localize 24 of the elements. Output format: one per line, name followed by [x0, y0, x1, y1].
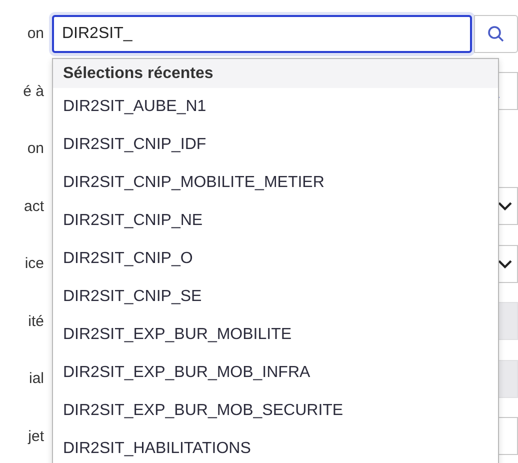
field-label: act	[22, 198, 45, 215]
search-icon	[487, 24, 505, 43]
field-label: on	[26, 25, 45, 42]
suggestion-item[interactable]: DIR2SIT_CNIP_NE	[53, 202, 498, 240]
chevron-down-icon	[497, 201, 513, 212]
suggestion-item[interactable]: DIR2SIT_EXP_BUR_MOB_INFRA	[53, 354, 498, 392]
search-field[interactable]: DIR2SIT_	[52, 14, 472, 53]
suggestion-item[interactable]: DIR2SIT_CNIP_SE	[53, 278, 498, 316]
search-button[interactable]	[474, 14, 518, 53]
suggestion-item[interactable]: DIR2SIT_CNIP_MOBILITE_METIER	[53, 164, 498, 202]
dropdown-header: Sélections récentes	[53, 59, 498, 88]
field-label: ice	[24, 255, 45, 272]
suggestion-item[interactable]: DIR2SIT_AUBE_N1	[53, 88, 498, 126]
chevron-down-icon	[497, 258, 513, 269]
suggestion-item[interactable]: DIR2SIT_CNIP_IDF	[53, 126, 498, 164]
field-label: ial	[28, 370, 45, 388]
suggestion-item[interactable]: DIR2SIT_CNIP_O	[53, 240, 498, 278]
field-label: é à	[22, 82, 45, 100]
suggestion-item[interactable]: DIR2SIT_EXP_BUR_MOBILITE	[53, 316, 498, 354]
suggestion-item[interactable]: DIR2SIT_EXP_BUR_MOB_SECURITE	[53, 392, 498, 430]
field-label: ité	[27, 312, 45, 330]
suggestion-item[interactable]: DIR2SIT_HABILITATIONS	[53, 430, 498, 463]
field-label: on	[26, 140, 45, 158]
field-label: jet	[26, 428, 45, 445]
